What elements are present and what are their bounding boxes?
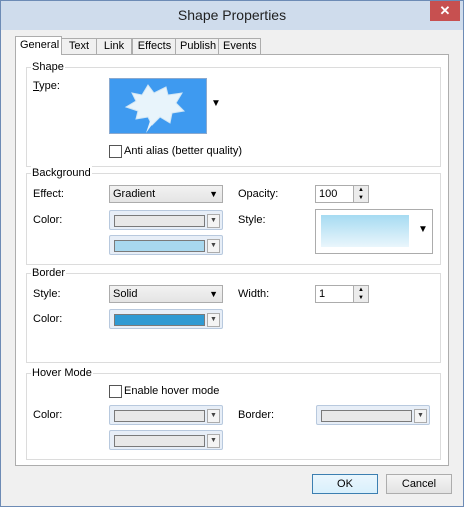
effect-select[interactable]: Gradient ▼ bbox=[109, 185, 223, 203]
chevron-down-icon[interactable]: ▼ bbox=[207, 214, 220, 228]
tab-link[interactable]: Link bbox=[96, 38, 132, 54]
border-style-label: Style: bbox=[33, 288, 61, 300]
chevron-down-icon: ▼ bbox=[209, 189, 218, 199]
hover-group-label: Hover Mode bbox=[31, 366, 93, 380]
hover-border-picker[interactable]: ▼ bbox=[316, 405, 430, 425]
effect-value: Gradient bbox=[113, 188, 156, 200]
spin-down-icon[interactable]: ▼ bbox=[354, 194, 368, 202]
border-width-value: 1 bbox=[319, 288, 326, 300]
antialias-checkbox[interactable] bbox=[109, 145, 122, 158]
chevron-down-icon: ▼ bbox=[418, 224, 428, 235]
hover-color1-swatch bbox=[114, 410, 205, 422]
tab-publish[interactable]: Publish bbox=[175, 38, 219, 54]
antialias-label: Anti alias (better quality) bbox=[124, 145, 242, 157]
hover-color2-picker[interactable]: ▼ bbox=[109, 430, 223, 450]
chevron-down-icon[interactable]: ▼ bbox=[207, 239, 220, 253]
shape-type-preview[interactable] bbox=[109, 78, 207, 134]
border-style-select[interactable]: Solid ▼ bbox=[109, 285, 223, 303]
background-group: Background Effect: Gradient ▼ Opacity: 1… bbox=[26, 166, 441, 265]
chevron-down-icon[interactable]: ▼ bbox=[207, 313, 220, 327]
ok-button[interactable]: OK bbox=[312, 474, 378, 494]
tab-text[interactable]: Text bbox=[61, 38, 97, 54]
title-bar[interactable]: Shape Properties ✕ bbox=[1, 1, 463, 30]
border-style-value: Solid bbox=[113, 288, 138, 300]
width-spin-buttons: ▲ ▼ bbox=[353, 286, 368, 302]
opacity-value: 100 bbox=[319, 188, 338, 200]
bg-color-label: Color: bbox=[33, 214, 63, 226]
border-width-label: Width: bbox=[238, 288, 270, 300]
bg-style-label: Style: bbox=[238, 214, 266, 226]
spin-down-icon[interactable]: ▼ bbox=[354, 294, 368, 302]
background-group-label: Background bbox=[31, 166, 92, 180]
tab-general[interactable]: General bbox=[15, 36, 62, 55]
opacity-label: Opacity: bbox=[238, 188, 279, 200]
general-panel: Shape Type: ▼ Anti alias (better quality… bbox=[15, 54, 449, 466]
bg-color1-picker[interactable]: ▼ bbox=[109, 210, 223, 230]
hover-border-label: Border: bbox=[238, 409, 275, 421]
hover-color1-picker[interactable]: ▼ bbox=[109, 405, 223, 425]
tab-effects[interactable]: Effects bbox=[132, 38, 177, 54]
cancel-button[interactable]: Cancel bbox=[386, 474, 452, 494]
hover-mode-group: Hover Mode Enable hover mode Color: ▼ ▼ … bbox=[26, 366, 441, 460]
gradient-style-preview bbox=[321, 215, 409, 247]
shape-group: Shape Type: ▼ Anti alias (better quality… bbox=[26, 60, 441, 167]
hover-color2-swatch bbox=[114, 435, 205, 447]
opacity-spin-buttons: ▲ ▼ bbox=[353, 186, 368, 202]
hover-color-label: Color: bbox=[33, 409, 63, 421]
close-icon: ✕ bbox=[439, 3, 451, 18]
hover-border-swatch bbox=[321, 410, 412, 422]
effect-label: Effect: bbox=[33, 188, 64, 200]
bg-color2-swatch bbox=[114, 240, 205, 252]
close-button[interactable]: ✕ bbox=[430, 1, 460, 21]
border-color-label: Color: bbox=[33, 313, 63, 325]
dialog-window: Shape Properties ✕ General Text Link Eff… bbox=[0, 0, 464, 507]
border-color-swatch bbox=[114, 314, 205, 326]
enable-hover-checkbox[interactable] bbox=[109, 385, 122, 398]
border-width-spinner[interactable]: 1 ▲ ▼ bbox=[315, 285, 369, 303]
chevron-down-icon[interactable]: ▼ bbox=[211, 98, 221, 109]
shape-preview-icon bbox=[124, 84, 186, 133]
border-color-picker[interactable]: ▼ bbox=[109, 309, 223, 329]
border-group: Border Style: Solid ▼ Width: 1 ▲ ▼ Color… bbox=[26, 266, 441, 363]
chevron-down-icon[interactable]: ▼ bbox=[414, 409, 427, 423]
shape-group-label: Shape bbox=[31, 60, 65, 74]
bg-color1-swatch bbox=[114, 215, 205, 227]
enable-hover-label: Enable hover mode bbox=[124, 385, 220, 397]
chevron-down-icon[interactable]: ▼ bbox=[207, 434, 220, 448]
opacity-spinner[interactable]: 100 ▲ ▼ bbox=[315, 185, 369, 203]
tab-events[interactable]: Events bbox=[218, 38, 261, 54]
chevron-down-icon[interactable]: ▼ bbox=[207, 409, 220, 423]
chevron-down-icon: ▼ bbox=[209, 289, 218, 299]
border-group-label: Border bbox=[31, 266, 67, 280]
bg-color2-picker[interactable]: ▼ bbox=[109, 235, 223, 255]
window-title: Shape Properties bbox=[177, 7, 287, 23]
gradient-style-select[interactable]: ▼ bbox=[315, 209, 433, 254]
type-label: Type: bbox=[33, 80, 60, 92]
